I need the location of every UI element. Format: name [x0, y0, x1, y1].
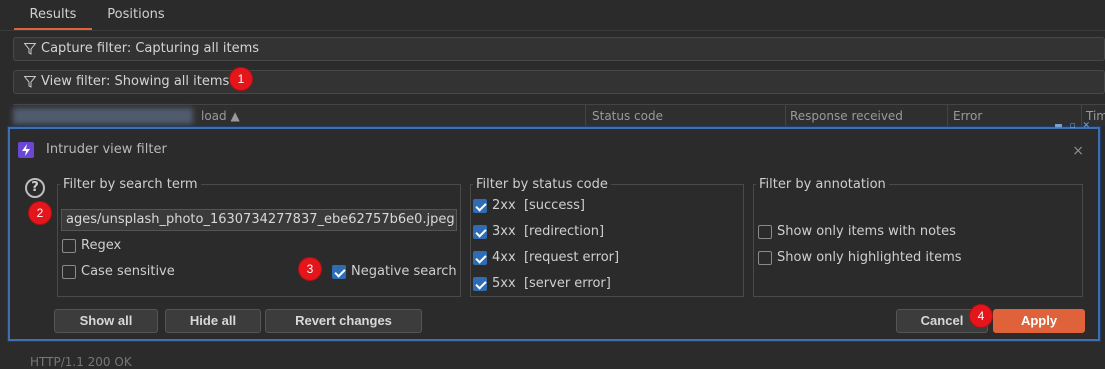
checkbox-box: [62, 239, 76, 253]
revert-changes-button[interactable]: Revert changes: [265, 309, 422, 333]
notes-only-label: Show only items with notes: [777, 224, 956, 239]
status-code: 3xx: [492, 224, 516, 239]
help-icon[interactable]: ?: [25, 178, 45, 198]
highlighted-only-checkbox[interactable]: Show only highlighted items: [758, 249, 968, 267]
capture-filter-bar[interactable]: Capture filter: Capturing all items: [13, 37, 1105, 61]
status-desc: [request error]: [523, 250, 620, 265]
filter-icon: [24, 76, 36, 88]
hide-all-button[interactable]: Hide all: [165, 309, 261, 333]
negative-search-label: Negative search: [351, 264, 457, 279]
intruder-view-filter-dialog: ▬ ▫ ✕ Intruder view filter × ? Filter by…: [8, 121, 1100, 341]
close-icon[interactable]: ×: [1072, 143, 1084, 159]
blurred-region: [13, 108, 193, 124]
case-sensitive-checkbox[interactable]: Case sensitive: [62, 263, 192, 281]
column-header-error[interactable]: Error: [953, 109, 982, 123]
annotation-badge-2: 2: [29, 202, 51, 224]
response-status-line: HTTP/1.1 200 OK: [30, 355, 132, 369]
status-code: 4xx: [492, 250, 516, 265]
annotation-badge-1: 1: [230, 68, 252, 90]
checkbox-box: [62, 265, 76, 279]
annotation-badge-4: 4: [970, 305, 992, 327]
status-code: 2xx: [492, 198, 516, 213]
checkbox-box: [332, 265, 346, 279]
status-desc: [success]: [523, 198, 585, 213]
checkbox-box: [473, 199, 487, 213]
capture-filter-label: Capture filter: Capturing all items: [41, 41, 260, 56]
status-5xx-checkbox[interactable]: 5xx [server error]: [473, 275, 643, 293]
status-code: 5xx: [492, 276, 516, 291]
top-tab-bar: Results Positions: [0, 0, 1105, 31]
show-all-button[interactable]: Show all: [54, 309, 158, 333]
annotation-legend: Filter by annotation: [759, 177, 886, 192]
annotation-badge-3: 3: [299, 258, 321, 280]
regex-label: Regex: [81, 238, 122, 253]
negative-search-checkbox[interactable]: Negative search: [332, 263, 460, 281]
search-term-legend: Filter by search term: [63, 177, 198, 192]
status-2xx-checkbox[interactable]: 2xx [success]: [473, 197, 643, 215]
tab-results[interactable]: Results: [14, 0, 92, 30]
lightning-icon: [18, 142, 34, 158]
status-desc: [server error]: [523, 276, 611, 291]
search-term-input[interactable]: ages/unsplash_photo_1630734277837_ebe627…: [61, 209, 457, 231]
view-filter-bar[interactable]: View filter: Showing all items: [13, 70, 1105, 94]
column-header-status[interactable]: Status code: [592, 109, 663, 123]
notes-only-checkbox[interactable]: Show only items with notes: [758, 223, 958, 241]
case-sensitive-label: Case sensitive: [81, 264, 175, 279]
filter-icon: [24, 43, 36, 55]
status-3xx-checkbox[interactable]: 3xx [redirection]: [473, 223, 643, 241]
dialog-title: Intruder view filter: [46, 142, 167, 157]
apply-button[interactable]: Apply: [993, 309, 1085, 333]
status-4xx-checkbox[interactable]: 4xx [request error]: [473, 249, 643, 267]
view-filter-label: View filter: Showing all items: [41, 74, 230, 89]
status-code-legend: Filter by status code: [476, 177, 608, 192]
window-controls: ▬ ▫ ✕: [1054, 121, 1092, 131]
highlighted-only-label: Show only highlighted items: [777, 250, 962, 265]
checkbox-box: [473, 251, 487, 265]
checkbox-box: [758, 225, 772, 239]
tab-positions[interactable]: Positions: [104, 0, 168, 30]
column-header-response[interactable]: Response received: [790, 109, 903, 123]
column-header-payload[interactable]: load ▲: [201, 109, 240, 123]
checkbox-box: [758, 251, 772, 265]
status-desc: [redirection]: [523, 224, 605, 239]
checkbox-box: [473, 225, 487, 239]
checkbox-box: [473, 277, 487, 291]
regex-checkbox[interactable]: Regex: [62, 237, 142, 255]
